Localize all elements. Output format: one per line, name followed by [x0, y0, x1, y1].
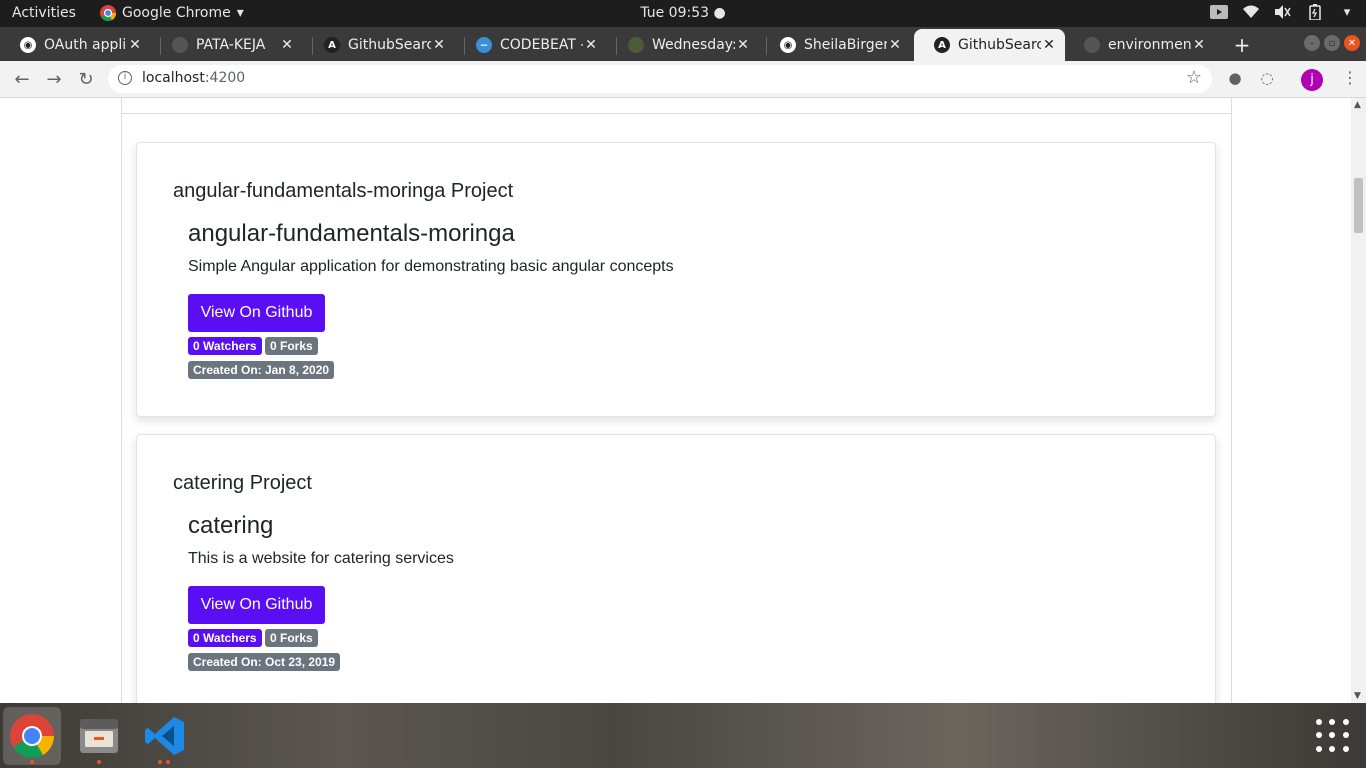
- system-menu-chevron-icon[interactable]: ▾: [1338, 3, 1356, 21]
- close-icon[interactable]: ✕: [583, 37, 599, 53]
- reload-icon[interactable]: ↻: [74, 67, 98, 91]
- volume-icon[interactable]: [1274, 3, 1292, 21]
- close-icon[interactable]: ✕: [127, 37, 143, 53]
- close-icon[interactable]: ✕: [1191, 37, 1207, 53]
- tab-oauth[interactable]: ◉ OAuth applic ✕: [0, 29, 151, 61]
- angular-icon: A: [324, 37, 340, 53]
- watchers-badge: 0 Watchers: [188, 337, 262, 355]
- browser-toolbar: ← → ↻ i localhost:4200 ☆ ● ◌ j ⋮: [0, 61, 1366, 98]
- view-on-github-button[interactable]: View On Github: [188, 586, 325, 624]
- tab-strip: ◉ OAuth applic ✕ PATA-KEJA ✕ A GithubSea…: [0, 27, 1366, 61]
- forks-badge: 0 Forks: [265, 629, 318, 647]
- angular-icon: A: [934, 37, 950, 53]
- maximize-icon[interactable]: ▫: [1324, 35, 1340, 51]
- tab-title: OAuth applic: [44, 37, 127, 53]
- tab-pata-keja[interactable]: PATA-KEJA ✕: [152, 29, 303, 61]
- tab-githubsearch-active[interactable]: A GithubSearch ✕: [914, 29, 1065, 61]
- ubuntu-dock: [0, 703, 1366, 768]
- tab-githubsearch-1[interactable]: A GithubSearch ✕: [304, 29, 455, 61]
- url-port: :4200: [204, 70, 246, 86]
- close-window-icon[interactable]: ✕: [1344, 35, 1360, 51]
- tab-title: SheilaBirgen: [804, 37, 887, 53]
- battery-icon[interactable]: [1306, 3, 1324, 21]
- address-bar[interactable]: i localhost:4200 ☆: [108, 65, 1212, 93]
- system-tray[interactable]: ▾: [1210, 3, 1356, 21]
- tab-codebeat[interactable]: ~ CODEBEAT - ✕: [456, 29, 607, 61]
- extension-brain-icon[interactable]: ●: [1225, 69, 1245, 89]
- show-applications-icon[interactable]: [1316, 719, 1350, 753]
- created-badge: Created On: Oct 23, 2019: [188, 653, 341, 671]
- dock-files[interactable]: [70, 707, 128, 765]
- vscode-icon: [145, 717, 184, 755]
- clock[interactable]: Tue 09:53 ●: [0, 5, 1366, 21]
- chrome-icon: [10, 714, 54, 758]
- url-host: localhost: [142, 70, 205, 86]
- files-icon: [80, 719, 118, 753]
- close-icon[interactable]: ✕: [1041, 37, 1057, 53]
- kebab-menu-icon[interactable]: ⋮: [1342, 68, 1358, 87]
- repo-name: angular-fundamentals-moringa: [188, 220, 515, 247]
- info-icon[interactable]: i: [118, 71, 132, 85]
- tab-wednesday[interactable]: Wednesday: ✕: [608, 29, 759, 61]
- url-text[interactable]: localhost:4200: [142, 70, 245, 86]
- forks-badge: 0 Forks: [265, 337, 318, 355]
- close-icon[interactable]: ✕: [887, 37, 903, 53]
- created-badge: Created On: Jan 8, 2020: [188, 361, 335, 379]
- project-title: catering Project: [173, 472, 312, 494]
- github-icon: ◉: [780, 37, 796, 53]
- project-title: angular-fundamentals-moringa Project: [173, 180, 514, 202]
- screencast-icon[interactable]: [1210, 3, 1228, 21]
- project-card: angular-fundamentals-moringa Project ang…: [136, 142, 1216, 417]
- dock-chrome[interactable]: [3, 707, 61, 765]
- bookmark-star-icon[interactable]: ☆: [1186, 67, 1202, 88]
- github-icon: ◉: [20, 37, 36, 53]
- codebeat-icon: ~: [476, 37, 492, 53]
- blank-icon: [172, 37, 188, 53]
- tab-title: PATA-KEJA: [196, 37, 266, 53]
- gnome-top-bar: Activities Google Chrome ▾ Tue 09:53 ● ▾: [0, 0, 1366, 27]
- view-on-github-button[interactable]: View On Github: [188, 294, 325, 332]
- back-arrow-icon[interactable]: ←: [10, 67, 34, 91]
- close-icon[interactable]: ✕: [279, 37, 295, 53]
- close-icon[interactable]: ✕: [735, 37, 751, 53]
- tab-title: GithubSearch: [348, 37, 431, 53]
- extension-code-icon[interactable]: ◌: [1257, 69, 1277, 89]
- project-card: catering Project catering This is a webs…: [136, 434, 1216, 703]
- wifi-icon[interactable]: [1242, 3, 1260, 21]
- blank-icon: [1084, 37, 1100, 53]
- tab-sheilabirgen[interactable]: ◉ SheilaBirgen ✕: [760, 29, 911, 61]
- tab-title: CODEBEAT -: [500, 37, 583, 53]
- dock-vscode[interactable]: [136, 707, 194, 765]
- repo-description: This is a website for catering services: [188, 550, 454, 567]
- new-tab-button[interactable]: +: [1232, 33, 1252, 57]
- leaf-icon: [628, 37, 644, 53]
- tab-title: environment: [1108, 37, 1191, 53]
- minimize-icon[interactable]: –: [1304, 35, 1320, 51]
- forward-arrow-icon[interactable]: →: [42, 67, 66, 91]
- window-controls: – ▫ ✕: [1304, 35, 1360, 51]
- repo-description: Simple Angular application for demonstra…: [188, 258, 674, 275]
- scroll-up-icon[interactable]: ▲: [1354, 100, 1361, 110]
- scrollbar-thumb[interactable]: [1354, 178, 1363, 233]
- results-container: angular-fundamentals-moringa Project ang…: [121, 98, 1232, 703]
- tab-environment[interactable]: environment ✕: [1064, 29, 1215, 61]
- tab-title: Wednesday:: [652, 37, 735, 53]
- watchers-badge: 0 Watchers: [188, 629, 262, 647]
- avatar[interactable]: j: [1301, 69, 1323, 91]
- repo-name: catering: [188, 512, 274, 539]
- scroll-down-icon[interactable]: ▼: [1354, 691, 1361, 701]
- page-viewport: angular-fundamentals-moringa Project ang…: [0, 98, 1351, 703]
- tab-title: GithubSearch: [958, 37, 1041, 53]
- close-icon[interactable]: ✕: [431, 37, 447, 53]
- page-scrollbar[interactable]: ▲ ▼: [1351, 98, 1366, 703]
